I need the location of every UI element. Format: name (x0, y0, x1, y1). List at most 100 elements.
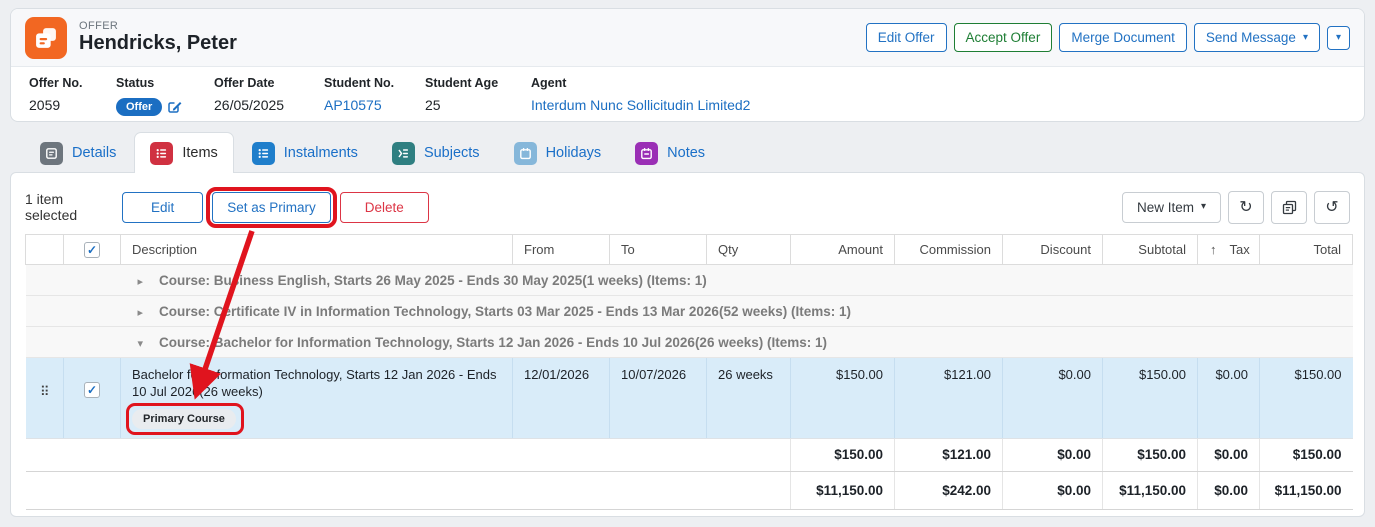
col-header-total[interactable]: Total (1260, 235, 1353, 265)
primary-course-badge: Primary Course (132, 409, 236, 429)
item-discount: $0.00 (1003, 358, 1103, 439)
items-toolbar: 1 item selected Edit Set as Primary Dele… (11, 173, 1364, 234)
group-label: Course: Certificate IV in Information Te… (159, 304, 851, 319)
col-header-from[interactable]: From (513, 235, 610, 265)
tab-notes[interactable]: Notes (619, 132, 721, 173)
expand-caret-icon[interactable]: ▸ (138, 276, 144, 288)
collapse-caret-icon[interactable]: ▾ (138, 338, 144, 350)
item-tax: $0.00 (1198, 358, 1260, 439)
col-header-qty[interactable]: Qty (707, 235, 791, 265)
chevron-down-icon: ▾ (1336, 33, 1341, 43)
item-subtotal: $150.00 (1103, 358, 1198, 439)
subjects-icon (392, 142, 415, 165)
tab-subjects[interactable]: Subjects (376, 132, 496, 173)
edit-item-button[interactable]: Edit (122, 192, 203, 223)
tab-details[interactable]: Details (24, 132, 132, 173)
select-all-checkbox[interactable]: ✓ (84, 242, 100, 258)
checkmark-icon: ✓ (87, 243, 97, 257)
col-header-subtotal[interactable]: Subtotal (1103, 235, 1198, 265)
student-no-label: Student No. (324, 77, 425, 91)
row-checkbox[interactable]: ✓ (84, 382, 100, 398)
group-total-commission: $121.00 (895, 438, 1003, 471)
item-total: $150.00 (1260, 358, 1353, 439)
course-group-row[interactable]: ▸ Course: Certificate IV in Information T… (26, 296, 1353, 327)
send-message-label: Send Message (1206, 30, 1296, 45)
tab-items[interactable]: Items (134, 132, 233, 173)
student-age-value: 25 (425, 98, 531, 113)
send-message-button[interactable]: Send Message ▾ (1194, 23, 1320, 52)
header-top: OFFER Hendricks, Peter Edit Offer Accept… (11, 9, 1364, 67)
col-header-amount[interactable]: Amount (791, 235, 895, 265)
offer-header-card: OFFER Hendricks, Peter Edit Offer Accept… (10, 8, 1365, 122)
drag-handle[interactable]: ⠿ (40, 384, 49, 399)
grand-total-tax: $0.00 (1198, 471, 1260, 509)
status-label: Status (116, 77, 214, 91)
copy-button[interactable] (1271, 191, 1307, 224)
item-row-selected[interactable]: ⠿ ✓ Bachelor for Information Technology,… (26, 358, 1353, 439)
sort-ascending-icon: ↑ (1210, 242, 1217, 257)
offer-no-label: Offer No. (29, 77, 116, 91)
item-qty: 26 weeks (707, 358, 791, 439)
delete-item-button[interactable]: Delete (340, 192, 429, 223)
tab-items-label: Items (182, 145, 217, 161)
expand-caret-icon[interactable]: ▸ (138, 307, 144, 319)
col-header-tax[interactable]: ↑ Tax (1198, 235, 1260, 265)
item-description: Bachelor for Information Technology, Sta… (132, 367, 501, 401)
tab-instalments[interactable]: Instalments (236, 132, 374, 173)
page-title: Hendricks, Peter (79, 32, 237, 55)
items-panel: 1 item selected Edit Set as Primary Dele… (10, 172, 1365, 517)
tab-notes-label: Notes (667, 145, 705, 161)
table-header-row: ✓ Description From To Qty Amount Commiss… (26, 235, 1353, 265)
group-total-total: $150.00 (1260, 438, 1353, 471)
record-type-label: OFFER (79, 20, 237, 33)
item-commission: $121.00 (895, 358, 1003, 439)
tab-instalments-label: Instalments (284, 145, 358, 161)
items-table: ✓ Description From To Qty Amount Commiss… (25, 234, 1353, 510)
accept-offer-button[interactable]: Accept Offer (954, 23, 1053, 52)
col-header-to[interactable]: To (610, 235, 707, 265)
item-from: 12/01/2026 (513, 358, 610, 439)
grand-total-amount: $11,150.00 (791, 471, 895, 509)
group-total-amount: $150.00 (791, 438, 895, 471)
tab-subjects-label: Subjects (424, 145, 480, 161)
refresh-icon: ↻ (1239, 197, 1252, 217)
details-icon (40, 142, 63, 165)
grand-total-row: $11,150.00 $242.00 $0.00 $11,150.00 $0.0… (26, 471, 1353, 509)
copy-icon (1282, 200, 1297, 215)
checkmark-icon: ✓ (87, 383, 97, 397)
history-button[interactable]: ↺ (1314, 191, 1350, 224)
edit-status-icon[interactable] (168, 100, 182, 114)
tab-details-label: Details (72, 145, 116, 161)
refresh-button[interactable]: ↻ (1228, 191, 1264, 224)
edit-offer-button[interactable]: Edit Offer (866, 23, 947, 52)
offer-date-label: Offer Date (214, 77, 324, 91)
col-header-discount[interactable]: Discount (1003, 235, 1103, 265)
col-header-description[interactable]: Description (121, 235, 513, 265)
selection-count-text: 1 item selected (25, 191, 113, 223)
more-actions-button[interactable]: ▾ (1327, 26, 1350, 50)
tab-holidays[interactable]: Holidays (498, 132, 618, 173)
offer-summary-bar: Offer No. 2059 Status Offer Offer Date 2… (11, 67, 1364, 116)
group-total-discount: $0.00 (1003, 438, 1103, 471)
chevron-down-icon: ▾ (1303, 33, 1308, 43)
offer-no-value: 2059 (29, 98, 116, 113)
tax-header-label: Tax (1230, 242, 1250, 257)
group-total-subtotal: $150.00 (1103, 438, 1198, 471)
grand-total-commission: $242.00 (895, 471, 1003, 509)
group-subtotal-row: $150.00 $121.00 $0.00 $150.00 $0.00 $150… (26, 438, 1353, 471)
course-group-row[interactable]: ▾Course: Bachelor for Information Techno… (26, 327, 1353, 358)
agent-link[interactable]: Interdum Nunc Sollicitudin Limited2 (531, 98, 750, 113)
student-age-label: Student Age (425, 77, 531, 91)
item-amount: $150.00 (791, 358, 895, 439)
course-group-row[interactable]: ▸ Course: Business English, Starts 26 May… (26, 265, 1353, 296)
set-as-primary-button[interactable]: Set as Primary (212, 192, 331, 223)
item-to: 10/07/2026 (610, 358, 707, 439)
new-item-button[interactable]: New Item ▾ (1122, 192, 1221, 223)
group-label: Course: Business English, Starts 26 May … (159, 273, 707, 288)
instalments-icon (252, 142, 275, 165)
merge-document-button[interactable]: Merge Document (1059, 23, 1187, 52)
tab-holidays-label: Holidays (546, 145, 602, 161)
col-header-select: ✓ (64, 235, 121, 265)
student-no-link[interactable]: AP10575 (324, 98, 382, 113)
col-header-commission[interactable]: Commission (895, 235, 1003, 265)
